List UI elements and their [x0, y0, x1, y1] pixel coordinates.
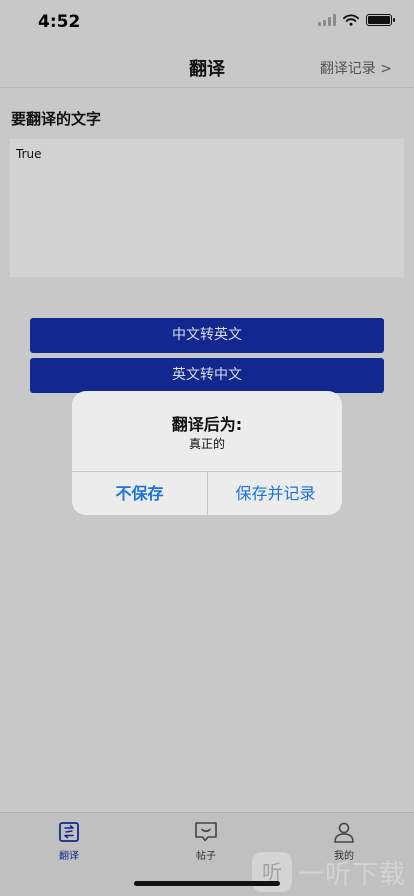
tab-posts[interactable]: 帖子 — [166, 820, 246, 862]
watermark-badge: 听 — [252, 852, 292, 892]
dont-save-button[interactable]: 不保存 — [72, 472, 207, 515]
status-bar: 4:52 — [0, 0, 414, 44]
tab-label: 帖子 — [196, 851, 216, 862]
translate-icon — [59, 822, 79, 842]
alert-message: 真正的 — [188, 437, 225, 451]
result-alert: 翻译后为: 真正的 不保存 保存并记录 — [72, 391, 342, 515]
en-to-zh-button[interactable]: 英文转中文 — [30, 358, 384, 393]
battery-icon — [366, 14, 395, 26]
status-time: 4:52 — [38, 12, 81, 32]
input-label: 要翻译的文字 — [11, 110, 102, 128]
history-link[interactable]: 翻译记录 > — [320, 58, 392, 78]
wifi-icon — [343, 14, 359, 26]
watermark: 听 一听下载 — [252, 852, 406, 892]
nav-bar: 翻译 翻译记录 > — [0, 44, 414, 88]
save-and-record-button[interactable]: 保存并记录 — [208, 472, 342, 515]
zh-to-en-button[interactable]: 中文转英文 — [30, 318, 384, 353]
watermark-text: 一听下载 — [298, 859, 407, 890]
chat-icon — [195, 822, 217, 842]
signal-icon — [318, 14, 336, 26]
status-icons — [318, 14, 395, 26]
home-indicator — [134, 881, 280, 886]
tab-translate[interactable]: 翻译 — [29, 820, 109, 862]
alert-title: 翻译后为: — [171, 415, 243, 434]
person-icon — [334, 822, 354, 843]
tab-label: 翻译 — [59, 851, 79, 862]
translate-input[interactable]: True — [10, 139, 404, 277]
